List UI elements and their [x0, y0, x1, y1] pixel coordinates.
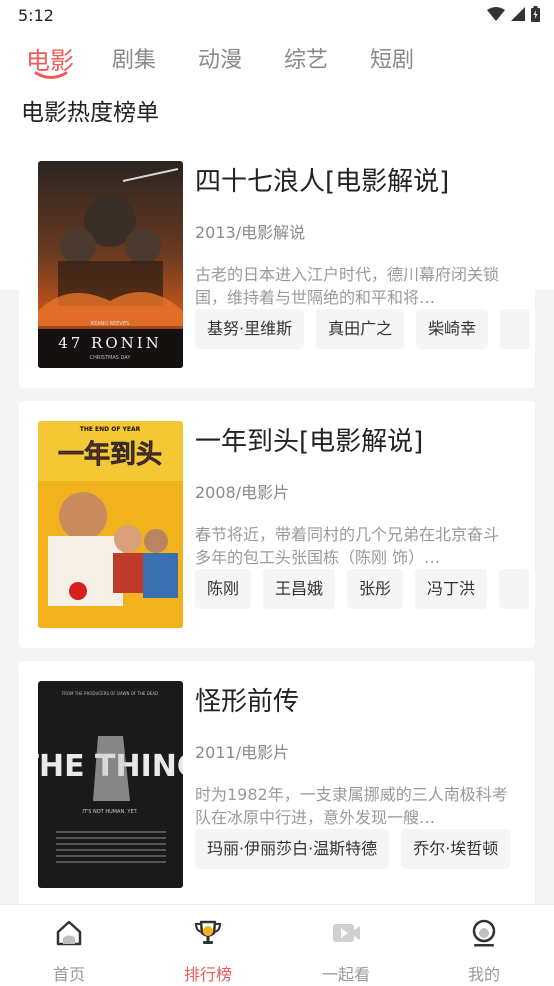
nav-label: 我的 — [467, 965, 500, 984]
section-title: 电影热度榜单 — [21, 100, 159, 126]
nav-label: 一起看 — [321, 965, 370, 984]
movie-card[interactable]: THE END OF YEAR 一年到头 一年到头[电影解说] 2008/电影片… — [19, 401, 535, 648]
status-bar: 5:12 — [0, 0, 554, 30]
poster-top-text: FROM THE PRODUCERS OF DAWN OF THE DEAD — [62, 691, 158, 696]
trophy-icon — [194, 920, 222, 944]
nav-watch-together[interactable]: 一起看 — [301, 917, 391, 985]
poster-top-text: KEANU REEVES — [91, 321, 129, 327]
movie-meta: 2011/电影片 — [195, 743, 290, 762]
poster-the-thing-image: FROM THE PRODUCERS OF DAWN OF THE DEAD T… — [38, 681, 183, 888]
nav-home[interactable]: 首页 — [24, 917, 114, 985]
nav-label: 首页 — [52, 965, 85, 984]
video-icon — [333, 924, 360, 942]
cast-chips: 玛丽·伊丽莎白·温斯特德 乔尔·埃哲顿 — [195, 829, 535, 869]
poster-sub-text: CHRISTMAS DAY — [90, 355, 132, 361]
profile-icon — [472, 919, 496, 947]
movie-description: 时为1982年，一支隶属挪威的三人南极科考队在冰原中行进，意外发现一艘… — [195, 785, 508, 827]
movie-description: 古老的日本进入江户时代，德川幕府闭关锁国，维持着与世隔绝的和平和将… — [195, 265, 500, 307]
home-icon — [56, 920, 82, 946]
signal-icon — [511, 7, 525, 21]
cast-chip[interactable]: 王昌娥 — [263, 569, 336, 609]
poster-caption: 47 RONIN — [58, 334, 162, 352]
cast-chips: 基努·里维斯 真田广之 柴崎幸 — [195, 309, 535, 349]
movie-description: 春节将近，带着同村的几个兄弟在北京奋斗多年的包工头张国栋（陈刚 饰）… — [195, 525, 500, 567]
cast-chip[interactable]: 乔尔·埃哲顿 — [401, 829, 511, 869]
cast-chip[interactable]: 张彤 — [347, 569, 404, 609]
status-time: 5:12 — [18, 6, 54, 25]
category-tabs: 电影 剧集 动漫 综艺 短剧 — [0, 42, 554, 90]
cast-chip[interactable]: 基努·里维斯 — [195, 309, 305, 349]
movie-poster[interactable]: FROM THE PRODUCERS OF DAWN OF THE DEAD T… — [38, 681, 183, 888]
cast-chip-overflow — [500, 309, 531, 349]
cast-chip-overflow — [499, 569, 530, 609]
cast-chip[interactable]: 柴崎幸 — [416, 309, 489, 349]
tab-short-drama[interactable]: 短剧 — [370, 42, 414, 74]
tab-active-indicator — [34, 71, 68, 79]
cast-chips: 陈刚 王昌娥 张彤 冯丁洪 — [195, 569, 535, 609]
movie-title[interactable]: 怪形前传 — [195, 681, 299, 718]
cast-chip[interactable]: 冯丁洪 — [415, 569, 488, 609]
cast-chip[interactable]: 玛丽·伊丽莎白·温斯特德 — [195, 829, 390, 869]
poster-top-text: THE END OF YEAR — [80, 426, 141, 433]
tab-series[interactable]: 剧集 — [112, 42, 156, 74]
movie-card[interactable]: FROM THE PRODUCERS OF DAWN OF THE DEAD T… — [19, 661, 535, 908]
movie-title[interactable]: 四十七浪人[电影解说] — [195, 161, 449, 198]
bottom-nav: 首页 排行榜 一起看 我的 — [0, 904, 554, 986]
cast-chip[interactable]: 陈刚 — [195, 569, 252, 609]
poster-end-of-year-image: THE END OF YEAR 一年到头 — [38, 421, 183, 628]
wifi-icon — [487, 7, 505, 21]
movie-title[interactable]: 一年到头[电影解说] — [195, 421, 423, 458]
nav-ranking[interactable]: 排行榜 — [163, 917, 253, 985]
movie-poster[interactable]: KEANU REEVES 47 RONIN CHRISTMAS DAY — [38, 161, 183, 368]
movie-meta: 2008/电影片 — [195, 483, 290, 502]
nav-profile[interactable]: 我的 — [439, 917, 529, 985]
movie-poster[interactable]: THE END OF YEAR 一年到头 — [38, 421, 183, 628]
movie-meta: 2013/电影解说 — [195, 223, 306, 242]
movie-card[interactable]: KEANU REEVES 47 RONIN CHRISTMAS DAY 四十七浪… — [19, 141, 535, 388]
battery-icon — [531, 6, 540, 22]
nav-label: 排行榜 — [183, 965, 232, 984]
poster-47-ronin-image: KEANU REEVES 47 RONIN CHRISTMAS DAY — [38, 161, 183, 368]
poster-caption: 一年到头 — [58, 439, 162, 470]
tab-variety[interactable]: 综艺 — [284, 42, 328, 74]
poster-sub-text: IT'S NOT HUMAN. YET. — [82, 809, 138, 815]
tab-anime[interactable]: 动漫 — [198, 42, 242, 74]
cast-chip[interactable]: 真田广之 — [316, 309, 405, 349]
status-icons — [487, 6, 540, 22]
